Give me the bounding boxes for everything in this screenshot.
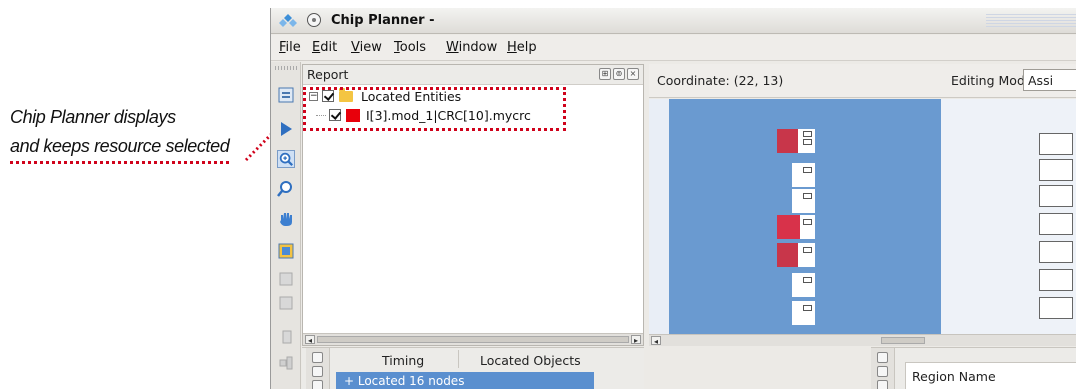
canvas-hscrollbar[interactable]: ◂	[649, 334, 1076, 346]
lab-cell	[803, 131, 812, 137]
lab-block[interactable]	[1039, 159, 1073, 181]
disabled-tool-icon[interactable]	[277, 270, 295, 288]
tab-divider	[458, 350, 459, 368]
scroll-thumb[interactable]	[881, 337, 925, 344]
report-title: Report	[307, 67, 349, 82]
right-lab-column	[1039, 99, 1076, 334]
coordinate-bar: Coordinate: (22, 13) Editing Mode: Assi	[649, 64, 1076, 98]
scroll-left-icon[interactable]: ◂	[305, 335, 315, 345]
scroll-right-icon[interactable]: ▸	[631, 335, 641, 345]
callout-annotation: Chip Planner displays and keeps resource…	[10, 103, 250, 164]
lab-block[interactable]	[1039, 133, 1073, 155]
chip-floorplan-canvas[interactable]	[649, 99, 1076, 334]
lab-cell	[803, 305, 812, 311]
app-logo-icon	[279, 14, 297, 27]
menu-file[interactable]: File	[279, 40, 301, 55]
menu-bar: File Edit View Tools Window Help	[271, 35, 1076, 61]
menu-help[interactable]: Help	[507, 40, 537, 55]
canvas-left-band	[649, 99, 669, 334]
region-name-header[interactable]: Region Name	[905, 362, 1076, 389]
pin-icon[interactable]	[312, 380, 323, 389]
region-panel: Region Name	[871, 347, 1076, 389]
zoom-icon[interactable]	[277, 180, 295, 198]
tab-timing[interactable]: Timing	[382, 353, 424, 368]
menu-view[interactable]: View	[351, 40, 382, 55]
menu-tools[interactable]: Tools	[394, 40, 426, 55]
title-bar: Chip Planner -	[271, 8, 1076, 34]
fit-window-icon[interactable]	[277, 242, 295, 260]
lab-cell	[803, 219, 812, 225]
scroll-left-icon[interactable]: ◂	[651, 336, 661, 346]
panel-side-buttons	[306, 348, 330, 389]
lab-cell	[803, 167, 812, 173]
editing-mode-select[interactable]: Assi	[1023, 69, 1076, 91]
callout-line-1: Chip Planner displays	[10, 107, 176, 127]
lab-block[interactable]	[1039, 241, 1073, 263]
lab-cell	[803, 139, 812, 145]
float-icon[interactable]	[877, 366, 888, 377]
float-icon[interactable]	[312, 366, 323, 377]
disabled-tool-icon[interactable]	[277, 328, 295, 346]
hand-pan-icon[interactable]	[277, 210, 295, 228]
coordinate-readout: Coordinate: (22, 13)	[657, 73, 784, 88]
toolbar-grip	[275, 66, 297, 70]
lab-block[interactable]	[1039, 297, 1073, 319]
tab-located-objects[interactable]: Located Objects	[480, 353, 581, 368]
close-icon[interactable]	[312, 352, 323, 363]
highlight-box	[303, 87, 566, 131]
window-menu-icon[interactable]	[307, 13, 321, 27]
disabled-tool-icon[interactable]	[277, 294, 295, 312]
titlebar-grip	[986, 14, 1076, 28]
disabled-tool-icon[interactable]	[277, 354, 295, 372]
close-icon[interactable]	[877, 352, 888, 363]
left-toolbar	[271, 62, 301, 389]
report-hscrollbar[interactable]: ◂ ▸	[303, 333, 643, 345]
pin-icon[interactable]: ⊞	[599, 68, 611, 80]
chip-planner-window: Chip Planner - File Edit View Tools Wind…	[270, 8, 1076, 389]
callout-line-2: and keeps resource selected	[10, 132, 230, 164]
properties-icon[interactable]	[277, 86, 295, 104]
float-icon[interactable]: ⊚	[613, 68, 625, 80]
menu-window[interactable]: Window	[446, 40, 497, 55]
close-icon[interactable]: ×	[627, 68, 639, 80]
lab-column	[777, 129, 815, 334]
zoom-in-icon[interactable]	[277, 150, 295, 168]
timing-panel: Timing Located Objects + Located 16 node…	[302, 347, 644, 389]
lab-cell	[803, 277, 812, 283]
lab-cell	[803, 193, 812, 199]
scroll-thumb[interactable]	[317, 336, 629, 343]
select-arrow-icon[interactable]	[277, 120, 295, 138]
lab-block[interactable]	[1039, 269, 1073, 291]
pin-icon[interactable]	[877, 380, 888, 389]
window-title: Chip Planner -	[331, 13, 435, 28]
panel-side-buttons	[871, 348, 895, 389]
lab-cell	[803, 247, 812, 253]
report-panel-header: Report ⊞ ⊚ ×	[303, 65, 643, 85]
lab-block[interactable]	[1039, 213, 1073, 235]
lab-block[interactable]	[1039, 185, 1073, 207]
menu-edit[interactable]: Edit	[312, 40, 337, 55]
located-nodes-row[interactable]: + Located 16 nodes	[336, 372, 594, 389]
